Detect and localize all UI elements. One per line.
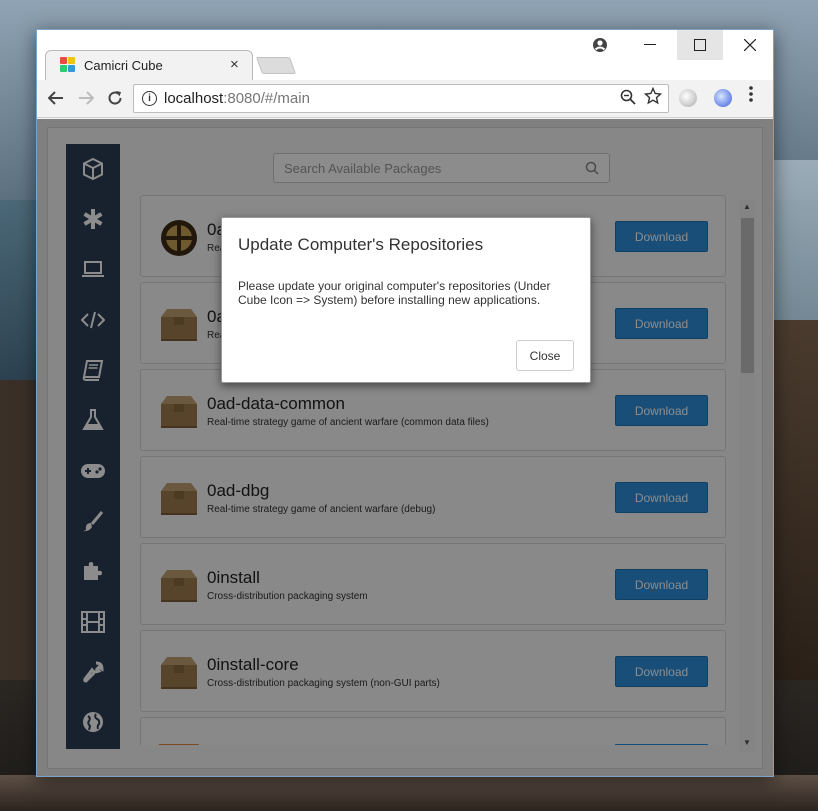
minimize-button[interactable]: [627, 30, 673, 60]
extension-icon[interactable]: [714, 89, 732, 107]
url-text: localhost:8080/#/main: [164, 90, 310, 107]
maximize-button[interactable]: [677, 30, 723, 60]
new-tab-button[interactable]: [255, 57, 297, 74]
modal-close-button[interactable]: Close: [516, 340, 574, 371]
tab-title: Camicri Cube: [84, 58, 163, 73]
modal-title: Update Computer's Repositories: [238, 235, 484, 254]
url-path: :8080/#/main: [223, 90, 310, 107]
reload-icon[interactable]: [103, 86, 127, 110]
url-host: localhost: [164, 90, 224, 107]
update-repositories-modal: Update Computer's Repositories Please up…: [221, 217, 591, 383]
info-icon[interactable]: i: [142, 91, 157, 106]
browser-tab[interactable]: Camicri Cube ×: [45, 50, 253, 80]
desktop-background-rock: [772, 320, 818, 680]
close-window-button[interactable]: [727, 30, 773, 60]
profile-icon[interactable]: [577, 30, 623, 60]
forward-arrow-icon[interactable]: [74, 86, 98, 110]
back-arrow-icon[interactable]: [44, 86, 68, 110]
extension-icon[interactable]: [679, 89, 697, 107]
browser-window: Camicri Cube × i localhost:8080/#/main S…: [36, 29, 774, 777]
title-bar: Camicri Cube ×: [37, 30, 773, 80]
browser-toolbar: i localhost:8080/#/main: [37, 80, 773, 118]
app-favicon-icon: [60, 57, 76, 73]
menu-dots-icon[interactable]: [749, 86, 753, 107]
modal-body: Please update your original computer's r…: [238, 279, 551, 307]
desktop-background-ground: [0, 775, 818, 811]
tab-close-icon[interactable]: ×: [230, 56, 239, 73]
address-bar[interactable]: i localhost:8080/#/main: [133, 84, 669, 113]
bookmark-star-icon[interactable]: [643, 86, 663, 110]
desktop-background-rock: [0, 380, 40, 680]
zoom-icon[interactable]: [620, 89, 636, 109]
